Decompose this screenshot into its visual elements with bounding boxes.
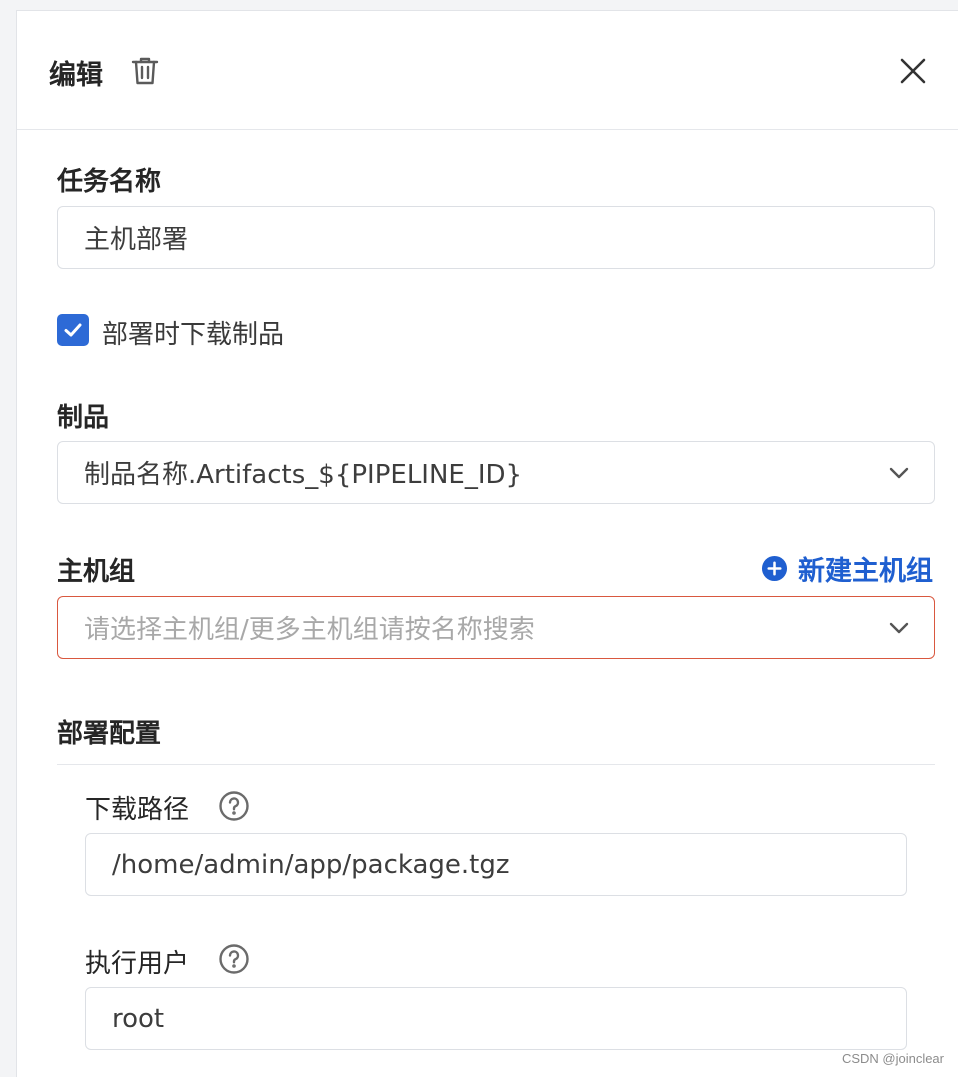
exec-user-label: 执行用户 bbox=[85, 949, 190, 979]
help-icon[interactable] bbox=[218, 790, 250, 822]
download-path-value: /home/admin/app/package.tgz bbox=[112, 849, 510, 880]
exec-user-input[interactable]: root bbox=[85, 987, 907, 1050]
download-artifact-checkbox[interactable] bbox=[57, 314, 89, 346]
artifact-value: 制品名称.Artifacts_${PIPELINE_ID} bbox=[84, 460, 523, 490]
host-group-label: 主机组 bbox=[57, 557, 136, 587]
check-icon bbox=[64, 323, 82, 337]
close-icon[interactable] bbox=[897, 55, 929, 87]
task-name-label: 任务名称 bbox=[57, 167, 162, 197]
task-name-value: 主机部署 bbox=[84, 225, 189, 255]
edit-panel: 编辑 任务名称 主机部署 部署时下载制品 制品 制品名称.Artifacts_$… bbox=[16, 10, 958, 1077]
trash-icon[interactable] bbox=[129, 55, 161, 87]
task-name-input[interactable]: 主机部署 bbox=[57, 206, 935, 269]
watermark: CSDN @joinclear bbox=[841, 1051, 944, 1066]
panel-header: 编辑 bbox=[17, 11, 958, 130]
download-path-input[interactable]: /home/admin/app/package.tgz bbox=[85, 833, 907, 896]
new-host-group-label: 新建主机组 bbox=[798, 556, 933, 587]
host-group-placeholder: 请选择主机组/更多主机组请按名称搜索 bbox=[84, 615, 535, 645]
panel-title: 编辑 bbox=[49, 60, 103, 91]
new-host-group-button[interactable]: 新建主机组 bbox=[761, 549, 933, 588]
plus-circle-icon bbox=[761, 555, 788, 582]
artifact-label: 制品 bbox=[57, 403, 110, 433]
help-icon[interactable] bbox=[218, 943, 250, 975]
download-artifact-label: 部署时下载制品 bbox=[102, 320, 285, 350]
exec-user-value: root bbox=[112, 1003, 165, 1034]
chevron-down-icon bbox=[889, 467, 909, 478]
deploy-config-label: 部署配置 bbox=[57, 719, 162, 749]
download-path-label: 下载路径 bbox=[85, 795, 190, 825]
artifact-select[interactable]: 制品名称.Artifacts_${PIPELINE_ID} bbox=[57, 441, 935, 504]
host-group-select[interactable]: 请选择主机组/更多主机组请按名称搜索 bbox=[57, 596, 935, 659]
chevron-down-icon bbox=[889, 622, 909, 633]
section-divider bbox=[57, 764, 935, 765]
